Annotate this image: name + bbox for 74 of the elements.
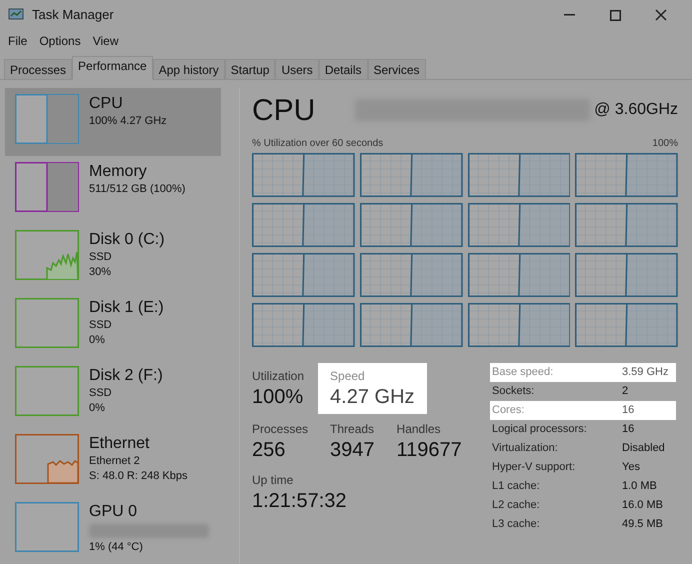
minimize-icon: [564, 14, 574, 16]
stat-value: 4.27 GHz: [330, 385, 415, 410]
detail-value: 49.5 MB: [622, 517, 663, 532]
maximize-icon: [610, 10, 620, 20]
tab[interactable]: Processes: [4, 59, 72, 80]
detail-value: 16: [622, 422, 634, 438]
stat-value: 1:21:57:32: [252, 489, 347, 514]
sidebar-item[interactable]: Disk 1 (E:) SSD 0%: [5, 292, 221, 360]
resource-detail: SSD: [89, 250, 113, 265]
sidebar-item[interactable]: CPU 100% 4.27 GHz: [5, 88, 221, 156]
tab[interactable]: App history: [152, 59, 225, 80]
resource-detail: SSD: [89, 318, 113, 333]
stat-label: Utilization: [252, 368, 304, 385]
detail-value: 3.59 GHz: [622, 365, 668, 380]
resource-detail: 1% (44 °C): [89, 540, 144, 555]
tab[interactable]: Startup: [224, 59, 276, 80]
detail-label: L1 cache:: [492, 479, 541, 494]
stat-label: Speed: [330, 368, 366, 385]
page-title: CPU: [252, 92, 316, 128]
resource-detail: 100% 4.27 GHz: [89, 114, 167, 129]
window-title: Task Manager: [32, 6, 114, 24]
stat-label: Threads: [330, 421, 375, 438]
app-icon: [8, 8, 24, 22]
stat-label: Processes: [252, 421, 308, 438]
detail-label: Cores:: [492, 403, 526, 418]
stat-value: 119677: [396, 438, 462, 463]
stat-label: Up time: [252, 472, 294, 489]
resource-name: Memory: [89, 162, 148, 182]
tab[interactable]: Users: [275, 59, 319, 80]
resource-detail: S: 48.0 R: 248 Kbps: [89, 469, 188, 484]
resource-name: Disk 1 (E:): [89, 298, 164, 318]
resource-detail: Ethernet 2: [89, 454, 141, 469]
resource-detail: 0%: [89, 333, 106, 348]
sidebar-item[interactable]: Memory 511/512 GB (100%): [5, 156, 221, 224]
menu-item[interactable]: File: [8, 32, 28, 50]
menu-item[interactable]: View: [92, 32, 118, 50]
stat-value: 100%: [252, 385, 304, 410]
detail-label: Sockets:: [492, 384, 536, 400]
cpu-model: @ 3.60GHz: [594, 100, 678, 120]
stat-value: 3947: [330, 438, 375, 463]
resource-detail: 30%: [89, 265, 112, 280]
tab[interactable]: Performance: [72, 56, 153, 80]
sidebar-item[interactable]: Disk 0 (C:) SSD 30%: [5, 224, 221, 292]
detail-label: Logical processors:: [492, 422, 588, 438]
menu-item[interactable]: Options: [39, 32, 81, 50]
sidebar-item[interactable]: GPU 0 1% (44 °C): [5, 496, 221, 564]
tab[interactable]: Details: [318, 59, 368, 80]
tab[interactable]: Services: [368, 59, 426, 80]
resource-detail: SSD: [89, 386, 113, 401]
sidebar-item[interactable]: Disk 2 (F:) SSD 0%: [5, 360, 221, 428]
detail-value: 2: [622, 384, 628, 400]
stat-value: 256: [252, 438, 286, 463]
stat-label: Handles: [396, 421, 442, 438]
resource-name: Ethernet: [89, 434, 150, 454]
detail-label: Hyper-V support:: [492, 460, 576, 476]
close-icon: [655, 9, 667, 21]
resource-name: Disk 2 (F:): [89, 366, 163, 386]
detail-value: Disabled: [622, 441, 665, 456]
detail-label: L2 cache:: [492, 498, 541, 514]
detail-value: 16.0 MB: [622, 498, 663, 514]
resource-name: CPU: [89, 94, 124, 114]
resource-name: Disk 0 (C:): [89, 230, 165, 250]
detail-label: Virtualization:: [492, 441, 559, 456]
detail-value: 1.0 MB: [622, 479, 657, 494]
resource-detail: 511/512 GB (100%): [89, 182, 186, 197]
graph-label: % Utilization over 60 seconds: [252, 137, 384, 151]
detail-label: Base speed:: [492, 365, 554, 380]
graph-max-label: 100%: [652, 137, 678, 151]
detail-value: Yes: [622, 460, 640, 476]
resource-detail: 0%: [89, 401, 106, 416]
resource-name: GPU 0: [89, 502, 138, 522]
sidebar-item[interactable]: Ethernet Ethernet 2 S: 48.0 R: 248 Kbps: [5, 428, 221, 496]
detail-value: 16: [622, 403, 634, 418]
detail-label: L3 cache:: [492, 517, 541, 532]
